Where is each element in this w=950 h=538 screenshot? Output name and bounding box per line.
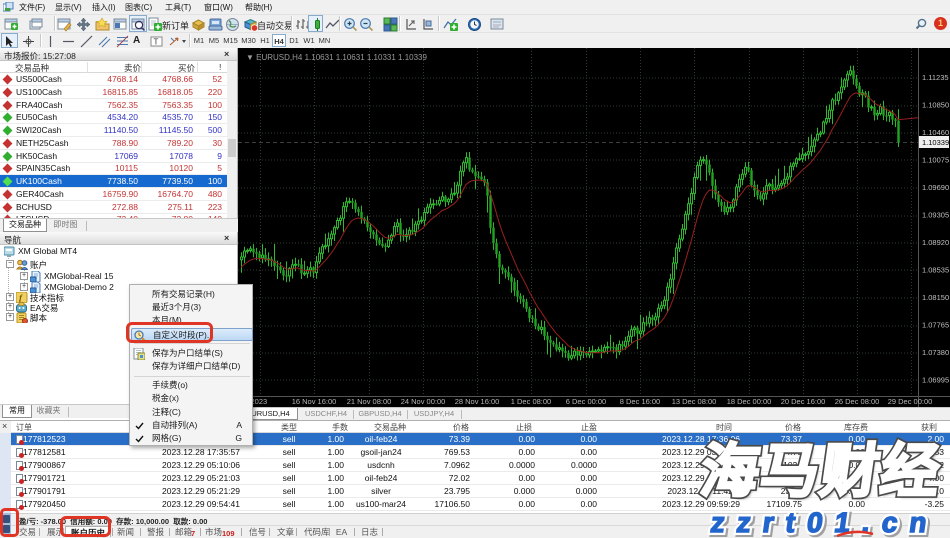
svg-text:24 Nov 00:00: 24 Nov 00:00 — [401, 397, 446, 406]
svg-text:1.06995: 1.06995 — [922, 376, 949, 385]
svg-text:1.10075: 1.10075 — [922, 156, 949, 165]
svg-text:29 Dec 00:00: 29 Dec 00:00 — [888, 397, 933, 406]
svg-text:6 Dec 00:00: 6 Dec 00:00 — [566, 397, 606, 406]
svg-text:1.11235: 1.11235 — [922, 73, 949, 82]
svg-text:T: T — [154, 38, 159, 47]
svg-text:13 Dec 08:00: 13 Dec 08:00 — [672, 397, 717, 406]
svg-text:1.07380: 1.07380 — [922, 348, 949, 357]
svg-text:26 Dec 08:00: 26 Dec 08:00 — [835, 397, 880, 406]
svg-text:1.08150: 1.08150 — [922, 293, 949, 302]
svg-text:1.10850: 1.10850 — [922, 101, 949, 110]
svg-text:21 Nov 08:00: 21 Nov 08:00 — [347, 397, 392, 406]
svg-text:1.08920: 1.08920 — [922, 238, 949, 247]
svg-text:1.10460: 1.10460 — [922, 128, 949, 137]
svg-text:1.09305: 1.09305 — [922, 211, 949, 220]
svg-text:1.08535: 1.08535 — [922, 266, 949, 275]
svg-text:8 Dec 16:00: 8 Dec 16:00 — [620, 397, 660, 406]
svg-text:28 Nov 16:00: 28 Nov 16:00 — [455, 397, 500, 406]
svg-text:18 Dec 00:00: 18 Dec 00:00 — [727, 397, 772, 406]
svg-text:▼ EURUSD,H4 1.10631 1.10631 1: ▼ EURUSD,H4 1.10631 1.10631 1.10331 1.10… — [246, 53, 427, 62]
svg-text:1.10339: 1.10339 — [922, 138, 949, 147]
svg-text:16 Nov 16:00: 16 Nov 16:00 — [292, 397, 337, 406]
svg-text:20 Dec 16:00: 20 Dec 16:00 — [781, 397, 826, 406]
svg-text:1 Dec 08:00: 1 Dec 08:00 — [511, 397, 551, 406]
svg-text:1.07765: 1.07765 — [922, 321, 949, 330]
svg-text:1.09690: 1.09690 — [922, 183, 949, 192]
